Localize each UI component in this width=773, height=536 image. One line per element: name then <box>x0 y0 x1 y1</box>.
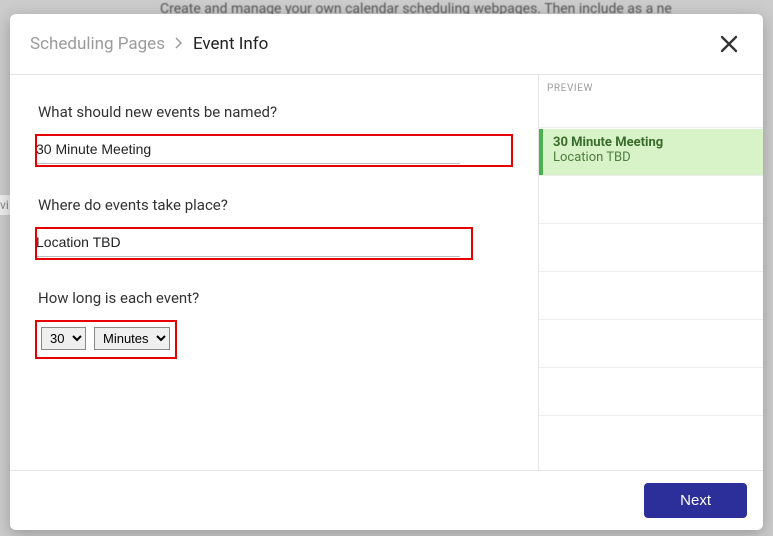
event-name-label: What should new events be named? <box>38 103 510 121</box>
duration-unit-select[interactable]: Minutes <box>94 327 170 350</box>
modal-header: Scheduling Pages Event Info <box>10 14 763 75</box>
preview-slot-empty <box>539 223 763 271</box>
preview-heading: PREVIEW <box>539 75 763 127</box>
preview-event-title: 30 Minute Meeting <box>553 135 753 150</box>
background-side-tag: vi <box>0 195 10 215</box>
preview-slot-empty <box>539 319 763 367</box>
preview-panel: PREVIEW 30 Minute Meeting Location TBD <box>538 75 763 470</box>
preview-slot-event: 30 Minute Meeting Location TBD <box>539 127 763 175</box>
breadcrumb: Scheduling Pages Event Info <box>30 34 268 54</box>
location-label: Where do events take place? <box>38 196 510 214</box>
preview-slot-empty <box>539 415 763 463</box>
preview-slot-empty <box>539 175 763 223</box>
event-name-input[interactable] <box>36 137 460 164</box>
field-location: Where do events take place? <box>38 196 510 257</box>
preview-event-card: 30 Minute Meeting Location TBD <box>539 129 763 175</box>
field-event-name: What should new events be named? <box>38 103 510 164</box>
chevron-right-icon <box>175 34 183 54</box>
preview-event-location: Location TBD <box>553 150 753 165</box>
next-button[interactable]: Next <box>644 483 747 518</box>
preview-slot-empty <box>539 367 763 415</box>
event-info-modal: Scheduling Pages Event Info What should … <box>10 14 763 530</box>
close-button[interactable] <box>717 32 741 56</box>
location-input[interactable] <box>36 230 460 257</box>
modal-body: What should new events be named? Where d… <box>10 75 763 470</box>
duration-label: How long is each event? <box>38 289 510 307</box>
field-duration: How long is each event? 30 Minutes <box>38 289 510 356</box>
close-icon <box>719 34 739 54</box>
modal-footer: Next <box>10 470 763 530</box>
form-panel: What should new events be named? Where d… <box>10 75 538 470</box>
duration-number-select[interactable]: 30 <box>41 327 86 350</box>
breadcrumb-current: Event Info <box>193 34 268 54</box>
breadcrumb-previous[interactable]: Scheduling Pages <box>30 34 165 54</box>
preview-slot-empty <box>539 271 763 319</box>
